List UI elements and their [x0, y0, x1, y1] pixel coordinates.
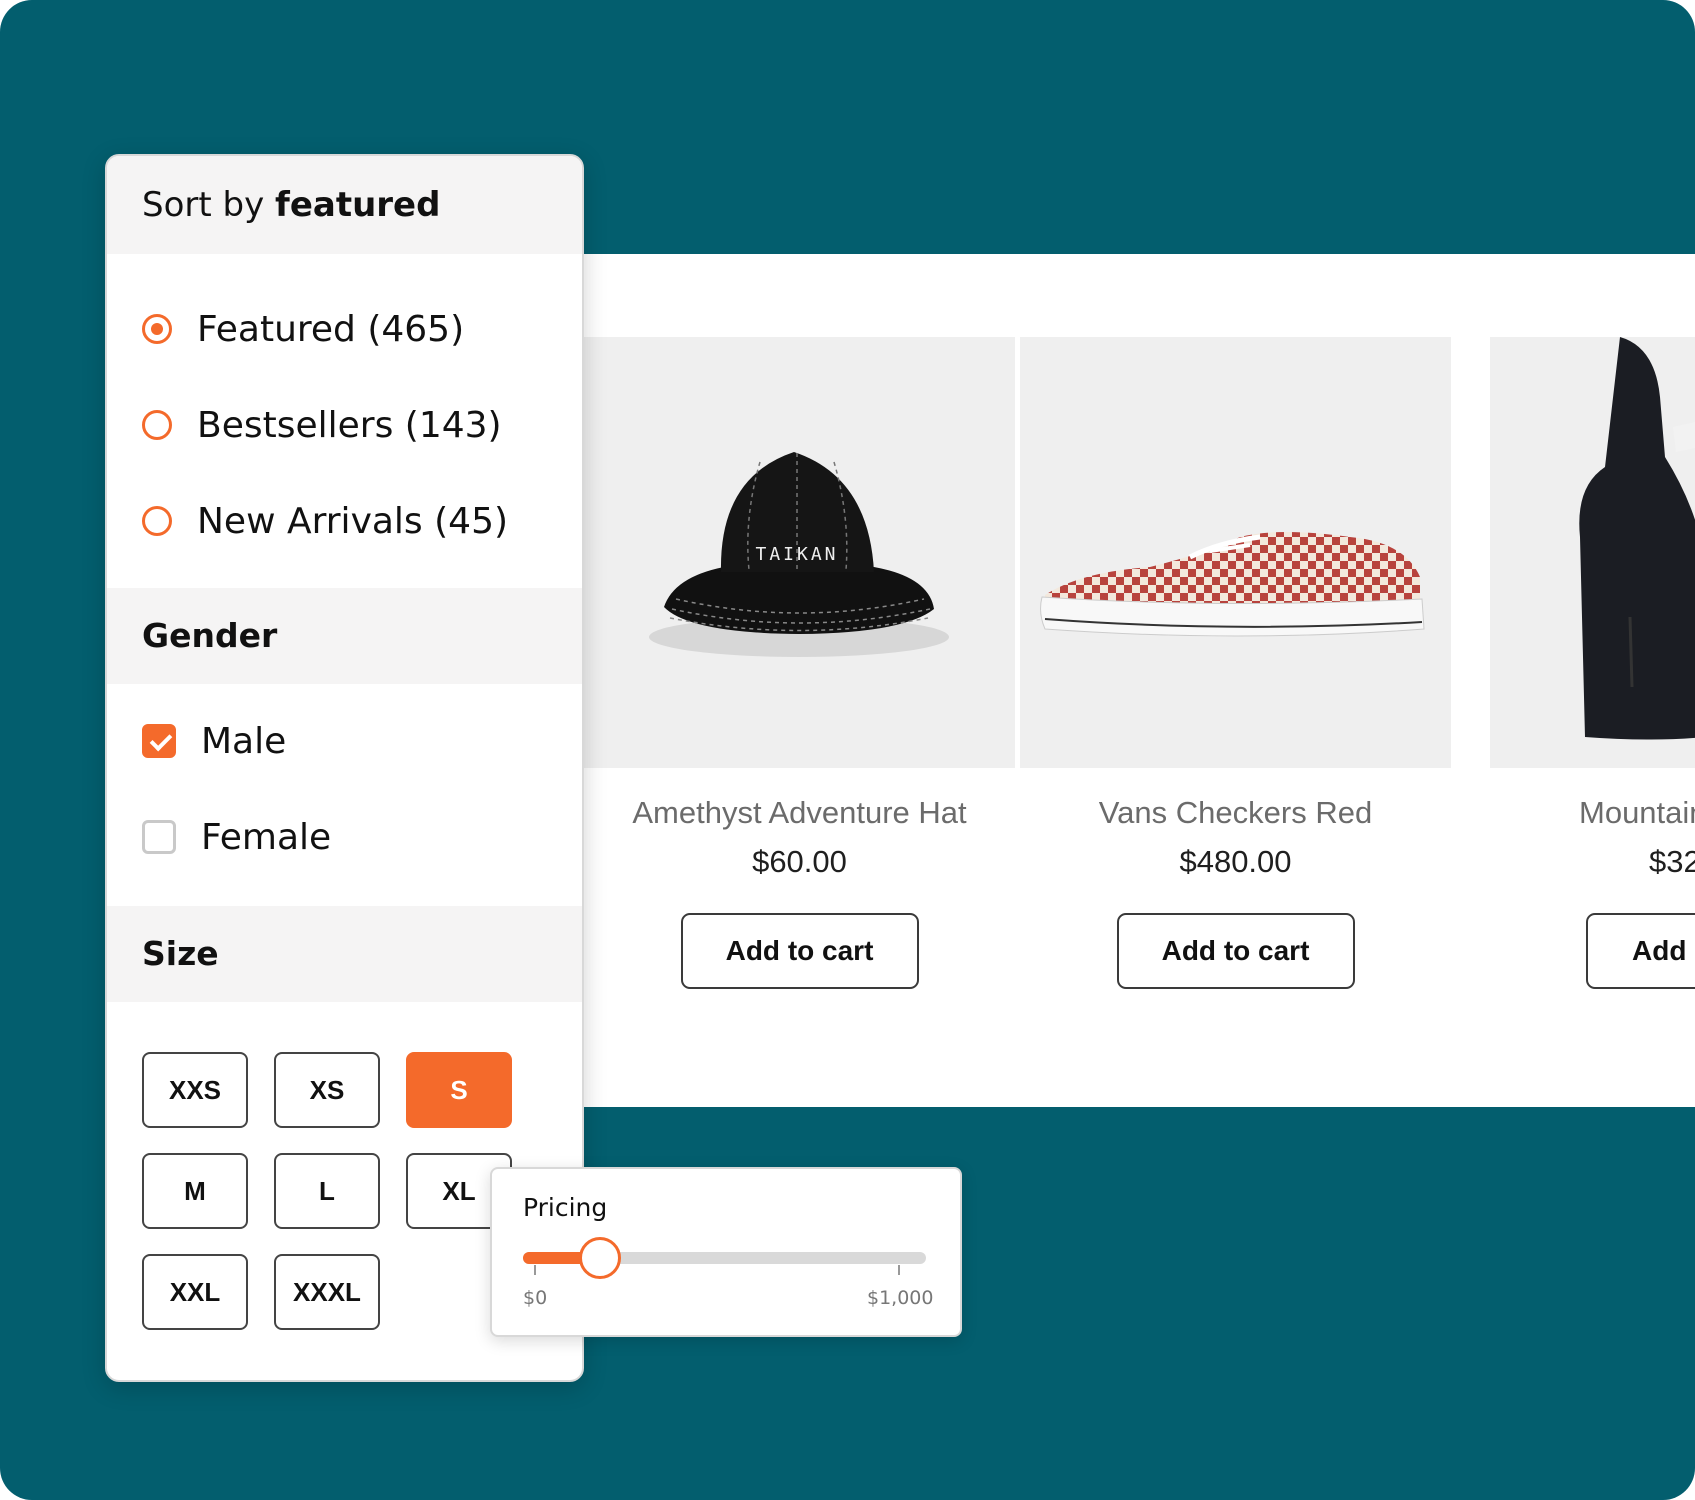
gender-option-label: Male	[201, 720, 287, 762]
size-button-xs[interactable]: XS	[274, 1052, 380, 1128]
add-to-cart-button[interactable]: Add to cart	[680, 913, 919, 989]
product-grid: TAIKAN Amethyst Adventure Hat $60.00 Add…	[584, 254, 1695, 1107]
product-price: $480.00	[1179, 844, 1292, 879]
sort-option-label: New Arrivals (45)	[197, 500, 509, 542]
slider-tick-max	[898, 1265, 900, 1275]
size-button-xxs[interactable]: XXS	[142, 1052, 248, 1128]
canvas-background: TAIKAN Amethyst Adventure Hat $60.00 Add…	[0, 0, 1695, 1500]
product-name[interactable]: Amethyst Adventure Hat	[584, 795, 1015, 831]
product-card[interactable]: TAIKAN Amethyst Adventure Hat $60.00 Add…	[584, 337, 1015, 989]
product-image-vest[interactable]	[1490, 337, 1695, 768]
product-name[interactable]: Vans Checkers Red	[1020, 795, 1451, 831]
product-name[interactable]: Mountain	[1490, 795, 1695, 831]
bucket-hat-icon: TAIKAN	[649, 452, 949, 657]
radio-selected-icon[interactable]	[142, 314, 172, 344]
sort-prefix: Sort by	[142, 185, 265, 225]
add-to-cart-button[interactable]: Add to cart	[1116, 913, 1355, 989]
size-button-s[interactable]: S	[406, 1052, 512, 1128]
size-button-xxxl[interactable]: XXXL	[274, 1254, 380, 1330]
product-image-hat[interactable]: TAIKAN	[584, 337, 1015, 768]
pricing-filter: Pricing $0 $1,000	[490, 1167, 962, 1337]
product-card[interactable]: Vans Checkers Red $480.00 Add to cart	[1020, 337, 1451, 989]
sort-option-label: Featured (465)	[197, 308, 465, 350]
add-to-cart-button[interactable]: Add	[1586, 913, 1695, 989]
size-button-l[interactable]: L	[274, 1153, 380, 1229]
gender-option-label: Female	[201, 816, 332, 858]
product-image-sneaker[interactable]	[1020, 337, 1451, 768]
sort-option-bestsellers[interactable]: Bestsellers (143)	[142, 400, 502, 450]
product-card[interactable]: Mountain $32 Add	[1490, 337, 1695, 989]
size-button-xxl[interactable]: XXL	[142, 1254, 248, 1330]
checkbox-icon[interactable]	[142, 820, 176, 854]
sort-header[interactable]: Sort by featured	[107, 156, 582, 254]
radio-icon[interactable]	[142, 506, 172, 536]
size-heading: Size	[107, 906, 582, 1002]
svg-text:TAIKAN: TAIKAN	[755, 544, 838, 565]
price-max-label: $1,000	[867, 1287, 934, 1309]
gender-option-male[interactable]: Male	[142, 716, 286, 766]
price-slider-thumb[interactable]	[578, 1237, 621, 1279]
radio-icon[interactable]	[142, 410, 172, 440]
product-price: $32	[1649, 844, 1695, 879]
slider-tick-min	[534, 1265, 536, 1275]
vest-icon	[1579, 337, 1695, 740]
sneaker-icon	[1040, 532, 1425, 637]
price-slider-track[interactable]	[523, 1237, 926, 1279]
sort-option-new-arrivals[interactable]: New Arrivals (45)	[142, 496, 508, 546]
gender-heading: Gender	[107, 588, 582, 684]
sort-option-featured[interactable]: Featured (465)	[142, 304, 464, 354]
checkbox-checked-icon[interactable]	[142, 724, 176, 758]
sort-current: featured	[275, 185, 441, 225]
sort-option-label: Bestsellers (143)	[197, 404, 502, 446]
pricing-title: Pricing	[523, 1193, 608, 1222]
product-price: $60.00	[752, 844, 847, 879]
gender-option-female[interactable]: Female	[142, 812, 331, 862]
size-button-m[interactable]: M	[142, 1153, 248, 1229]
price-min-label: $0	[523, 1287, 548, 1309]
